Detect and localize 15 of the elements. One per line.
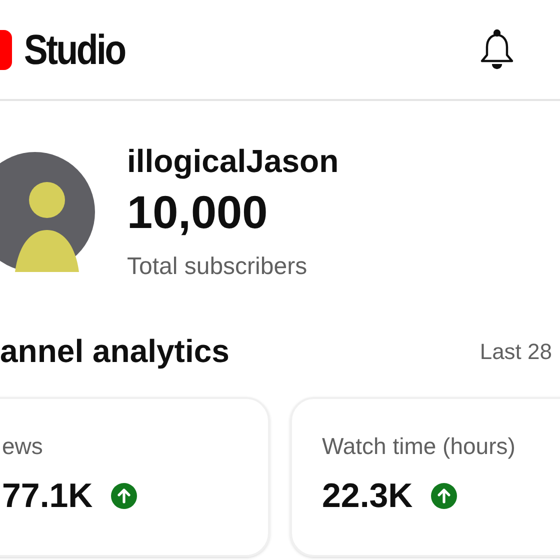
metric-card[interactable]: ews 77.1K (0, 397, 270, 557)
period-label: Last 28 (480, 338, 552, 366)
metric-value: 22.3K (322, 476, 413, 516)
logo-text: Studio (24, 28, 125, 70)
metric-label: Watch time (hours) (322, 432, 516, 461)
arrow-up-icon (110, 482, 137, 508)
channel-name: illogicalJason (127, 142, 339, 181)
subscriber-count: 10,000 (127, 185, 269, 239)
section-title: annel analytics (0, 332, 230, 371)
subscribers-label: Total subscribers (127, 252, 308, 282)
metric-value: 77.1K (2, 476, 93, 516)
notifications-bell-icon[interactable] (480, 28, 514, 70)
metric-card[interactable]: Watch time (hours) 22.3K (290, 397, 560, 557)
metric-label: ews (2, 432, 44, 461)
arrow-up-icon (430, 482, 457, 508)
